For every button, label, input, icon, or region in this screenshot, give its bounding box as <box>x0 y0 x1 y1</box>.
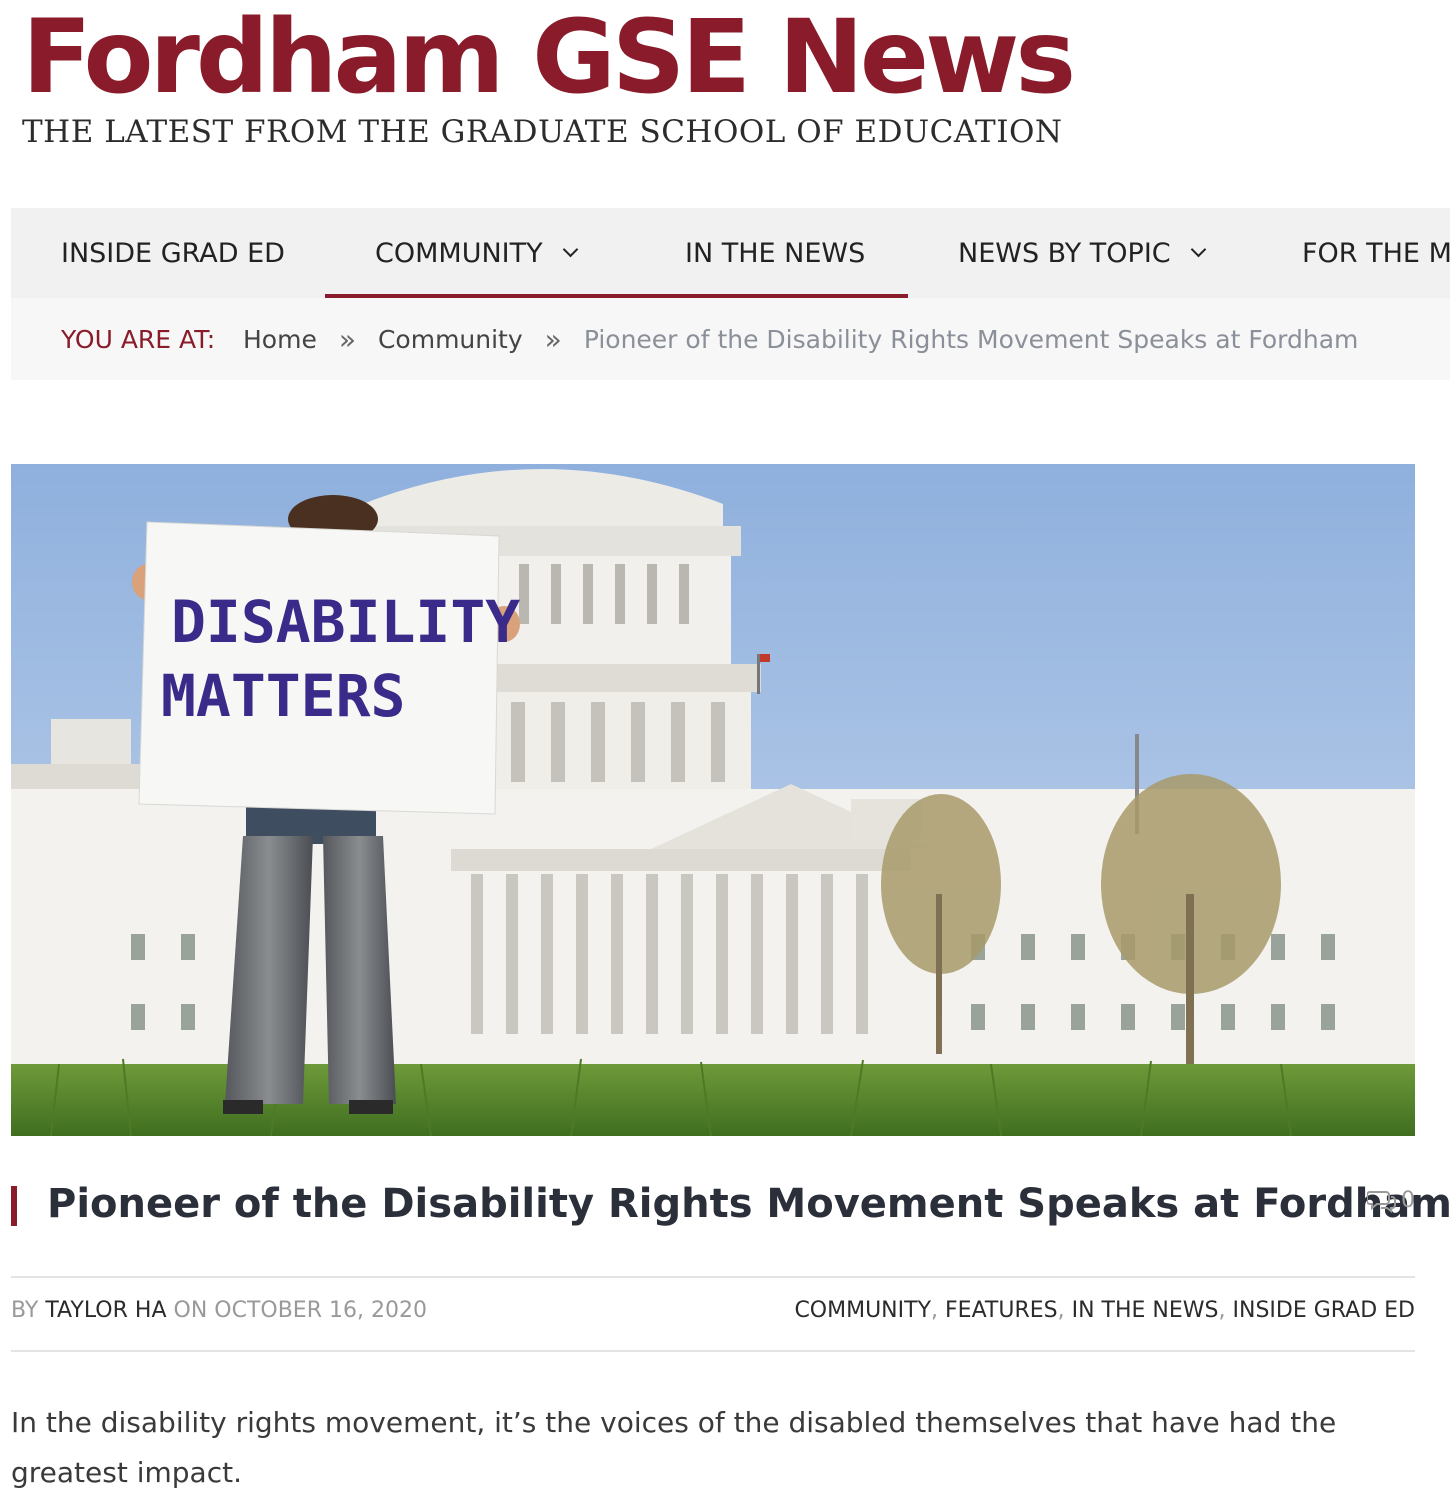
main-nav: INSIDE GRAD ED COMMUNITY IN THE NEWS NEW… <box>11 208 1450 298</box>
category-list: COMMUNITY, FEATURES, IN THE NEWS, INSIDE… <box>794 1298 1415 1323</box>
breadcrumb-label: YOU ARE AT: <box>61 324 216 354</box>
byline-by: BY <box>11 1298 39 1323</box>
breadcrumb-home-link[interactable]: Home <box>243 325 317 354</box>
category-link-inside-grad-ed[interactable]: INSIDE GRAD ED <box>1233 1298 1416 1323</box>
article-meta: BY TAYLOR HA ON OCTOBER 16, 2020 COMMUNI… <box>11 1298 1415 1330</box>
byline-on: ON <box>173 1298 208 1323</box>
nav-item-label: FOR THE MI <box>1302 237 1450 269</box>
author-link[interactable]: TAYLOR HA <box>45 1298 166 1323</box>
nav-item-label: INSIDE GRAD ED <box>61 237 285 269</box>
title-accent-bar <box>11 1186 17 1226</box>
nav-item-inside-grad-ed[interactable]: INSIDE GRAD ED <box>11 208 325 298</box>
hero-image: DISABILITY MATTERS <box>11 464 1415 1136</box>
sign-text-line1: DISABILITY <box>171 588 520 656</box>
nav-item-for-the-media[interactable]: FOR THE MI <box>1302 208 1450 298</box>
sign-text-line2: MATTERS <box>161 662 405 730</box>
category-link-features[interactable]: FEATURES <box>945 1298 1058 1323</box>
category-separator: , <box>931 1298 939 1323</box>
article-intro: In the disability rights movement, it’s … <box>11 1406 1337 1489</box>
comments-count: 0 <box>1401 1188 1415 1213</box>
divider <box>11 1350 1415 1352</box>
nav-item-label: COMMUNITY <box>375 237 543 269</box>
nav-item-in-the-news[interactable]: IN THE NEWS <box>685 208 865 298</box>
article-title: Pioneer of the Disability Rights Movemen… <box>47 1181 1450 1227</box>
chevron-down-icon <box>562 241 578 257</box>
article-header: Pioneer of the Disability Rights Movemen… <box>11 1180 1450 1230</box>
breadcrumb-separator: » <box>338 322 356 356</box>
comments-link[interactable]: 0 <box>1367 1188 1415 1213</box>
site-masthead[interactable]: Fordham GSE News THE LATEST FROM THE GRA… <box>22 4 1092 151</box>
site-title[interactable]: Fordham GSE News <box>22 4 1092 112</box>
protest-sign: DISABILITY MATTERS <box>138 521 520 815</box>
publish-date: OCTOBER 16, 2020 <box>214 1298 427 1323</box>
site-tagline: THE LATEST FROM THE GRADUATE SCHOOL OF E… <box>22 114 1063 150</box>
category-separator: , <box>1218 1298 1226 1323</box>
category-link-in-the-news[interactable]: IN THE NEWS <box>1072 1298 1219 1323</box>
breadcrumb: YOU ARE AT: Home » Community » Pioneer o… <box>11 298 1450 380</box>
breadcrumb-community-link[interactable]: Community <box>378 325 523 354</box>
breadcrumb-separator: » <box>544 322 562 356</box>
breadcrumb-current: Pioneer of the Disability Rights Movemen… <box>583 324 1359 354</box>
comments-icon <box>1367 1190 1396 1213</box>
nav-item-label: IN THE NEWS <box>685 237 866 269</box>
chevron-down-icon <box>1190 241 1206 257</box>
category-link-community[interactable]: COMMUNITY <box>794 1298 931 1323</box>
divider <box>11 1276 1415 1278</box>
byline: BY TAYLOR HA ON OCTOBER 16, 2020 <box>11 1298 427 1323</box>
nav-item-label: NEWS BY TOPIC <box>958 237 1171 269</box>
category-separator: , <box>1057 1298 1065 1323</box>
nav-item-news-by-topic[interactable]: NEWS BY TOPIC <box>958 208 1206 298</box>
